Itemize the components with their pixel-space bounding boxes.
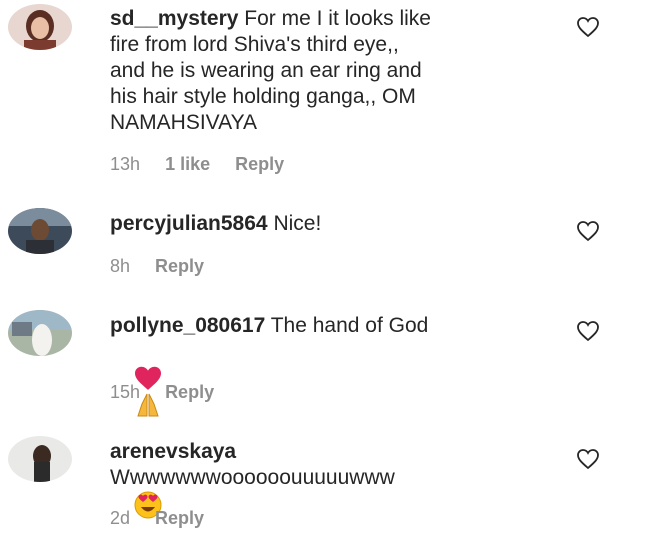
comment-username[interactable]: percyjulian5864 xyxy=(110,212,268,235)
comment-time: 13h xyxy=(110,154,141,174)
comment-body: Wwwwwwwoooooouuuuuwww xyxy=(110,466,395,489)
avatar[interactable] xyxy=(8,4,72,50)
comment-meta: 13h 1 like Reply xyxy=(110,154,304,175)
heart-outline-icon[interactable] xyxy=(576,220,600,242)
avatar[interactable] xyxy=(8,208,72,254)
comment-meta: 15h Reply xyxy=(110,382,234,403)
heart-outline-icon[interactable] xyxy=(576,320,600,342)
reply-button[interactable]: Reply xyxy=(155,508,204,528)
comment-time: 15h xyxy=(110,382,141,402)
comment-text: pollyne_080617 The hand of God xyxy=(110,313,550,444)
heart-outline-icon[interactable] xyxy=(576,448,600,470)
comment-text: percyjulian5864 Nice! xyxy=(110,211,550,237)
comment-username[interactable]: pollyne_080617 xyxy=(110,314,265,337)
comment-time: 8h xyxy=(110,256,131,276)
comment-text: sd__mystery For me I it looks like fire … xyxy=(110,6,550,136)
comment-meta: 8h Reply xyxy=(110,256,224,277)
comment-likes-count[interactable]: 1 like xyxy=(165,154,210,174)
comment-username[interactable]: arenevskaya xyxy=(110,440,236,463)
comment-text: arenevskaya Wwwwwwwoooooouuuuuwww xyxy=(110,439,550,545)
comment-body: Nice! xyxy=(273,212,322,235)
comment-username[interactable]: sd__mystery xyxy=(110,7,238,30)
avatar[interactable] xyxy=(8,310,72,356)
avatar[interactable] xyxy=(8,436,72,482)
reply-button[interactable]: Reply xyxy=(155,256,204,276)
comment-time: 2d xyxy=(110,508,131,528)
comment-body: The hand of God xyxy=(270,314,429,337)
comment-meta: 2d Reply xyxy=(110,508,224,529)
reply-button[interactable]: Reply xyxy=(235,154,284,174)
heart-outline-icon[interactable] xyxy=(576,16,600,38)
reply-button[interactable]: Reply xyxy=(165,382,214,402)
